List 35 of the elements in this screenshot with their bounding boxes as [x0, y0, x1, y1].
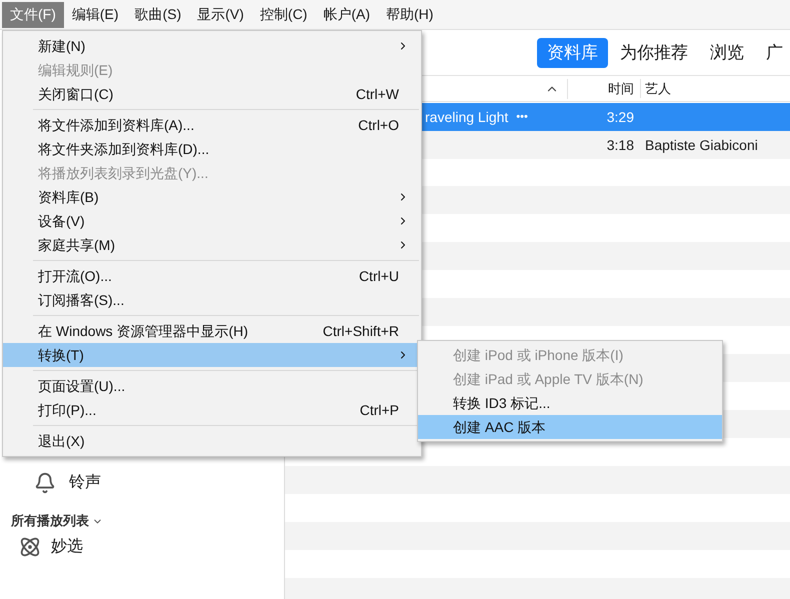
menu-item[interactable]: 关闭窗口(C) Ctrl+W — [3, 82, 421, 106]
menu-item[interactable]: 退出(X) — [3, 429, 421, 453]
menu-item[interactable]: 创建 AAC 版本 — [418, 415, 722, 439]
column-header[interactable]: 艺人 — [641, 78, 671, 98]
table-cell-text: 3:29 — [606, 108, 635, 126]
menu-bar-item[interactable]: 歌曲(S) — [126, 2, 190, 28]
menu-item[interactable]: 打印(P)... Ctrl+P — [3, 398, 421, 422]
menu-item[interactable]: 设备(V) — [3, 209, 421, 233]
playlist-item[interactable]: 妙选 — [51, 535, 83, 559]
section-heading: 所有播放列表 — [11, 512, 89, 530]
menu-item[interactable]: 新建(N) — [3, 34, 421, 58]
menu-bar-item[interactable]: 编辑(E) — [64, 2, 127, 28]
menu-bar-item[interactable]: 显示(V) — [189, 2, 252, 28]
menu-bar-item[interactable]: 控制(C) — [252, 2, 316, 28]
nav-tab[interactable]: 为你推荐 — [610, 38, 698, 68]
menu-bar-item[interactable]: 帐户(A) — [315, 2, 378, 28]
menu-bar-item[interactable]: 文件(F) — [2, 2, 64, 28]
menu-item[interactable]: 页面设置(U)... — [3, 374, 421, 398]
menu-item[interactable]: 资料库(B) — [3, 185, 421, 209]
nav-tab[interactable]: 广 — [756, 38, 790, 68]
menu-item[interactable]: 订阅播客(S)... — [3, 288, 421, 312]
menu-item[interactable]: 在 Windows 资源管理器中显示(H) Ctrl+Shift+R — [3, 319, 421, 343]
table-cell-text: Baptiste Giabiconi — [644, 136, 758, 155]
bell-icon — [34, 472, 56, 494]
menu-bar-item[interactable]: 帮助(H) — [378, 2, 442, 28]
nav-tab[interactable]: 浏览 — [700, 38, 754, 68]
table-cell-text: 3:18 — [606, 136, 635, 154]
menu-item[interactable]: 家庭共享(M) — [3, 233, 421, 257]
nav-tab[interactable]: 资料库 — [537, 38, 608, 68]
menu-item[interactable]: 转换 ID3 标记... — [418, 391, 722, 415]
column-header[interactable]: 时间 — [568, 78, 641, 98]
sidebar-item[interactable]: 铃声 — [69, 471, 101, 495]
song-title: raveling Light — [425, 108, 508, 127]
atom-icon — [19, 536, 41, 558]
menu-item[interactable]: 打开流(O)... Ctrl+U — [3, 264, 421, 288]
